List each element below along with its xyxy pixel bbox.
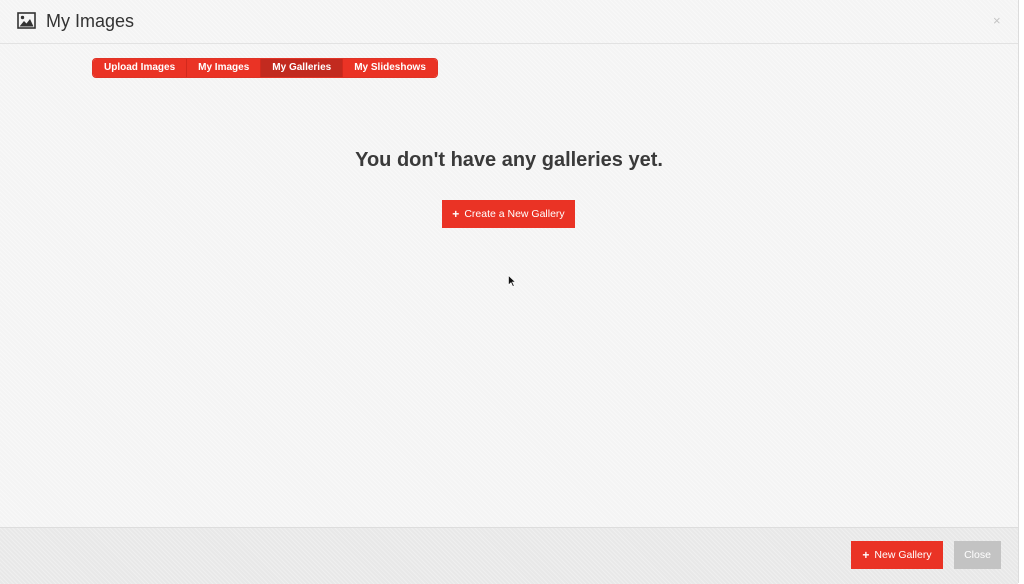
page-edge xyxy=(1019,0,1024,583)
modal-footer: + New Gallery Close xyxy=(0,527,1018,584)
plus-icon: + xyxy=(862,548,870,562)
create-gallery-button[interactable]: + Create a New Gallery xyxy=(442,200,575,228)
mouse-cursor-icon xyxy=(508,274,517,287)
modal-title: My Images xyxy=(46,11,135,31)
empty-state-message: You don't have any galleries yet. xyxy=(355,149,663,171)
tab-bar: Upload Images My Images My Galleries My … xyxy=(92,58,438,78)
my-images-modal: My Images × Upload Images My Images My G… xyxy=(0,0,1019,584)
modal-header: My Images × xyxy=(0,0,1018,44)
tab-my-images[interactable]: My Images xyxy=(187,59,262,77)
close-button[interactable]: Close xyxy=(954,541,1001,569)
tab-my-slideshows[interactable]: My Slideshows xyxy=(343,59,437,77)
plus-icon: + xyxy=(452,207,460,221)
tab-my-galleries[interactable]: My Galleries xyxy=(261,59,344,77)
image-icon xyxy=(17,12,36,29)
new-gallery-button[interactable]: + New Gallery xyxy=(851,541,943,569)
new-gallery-label: New Gallery xyxy=(874,549,932,561)
tab-upload-images[interactable]: Upload Images xyxy=(93,59,188,77)
close-icon[interactable]: × xyxy=(993,14,1001,28)
create-gallery-label: Create a New Gallery xyxy=(464,208,565,220)
